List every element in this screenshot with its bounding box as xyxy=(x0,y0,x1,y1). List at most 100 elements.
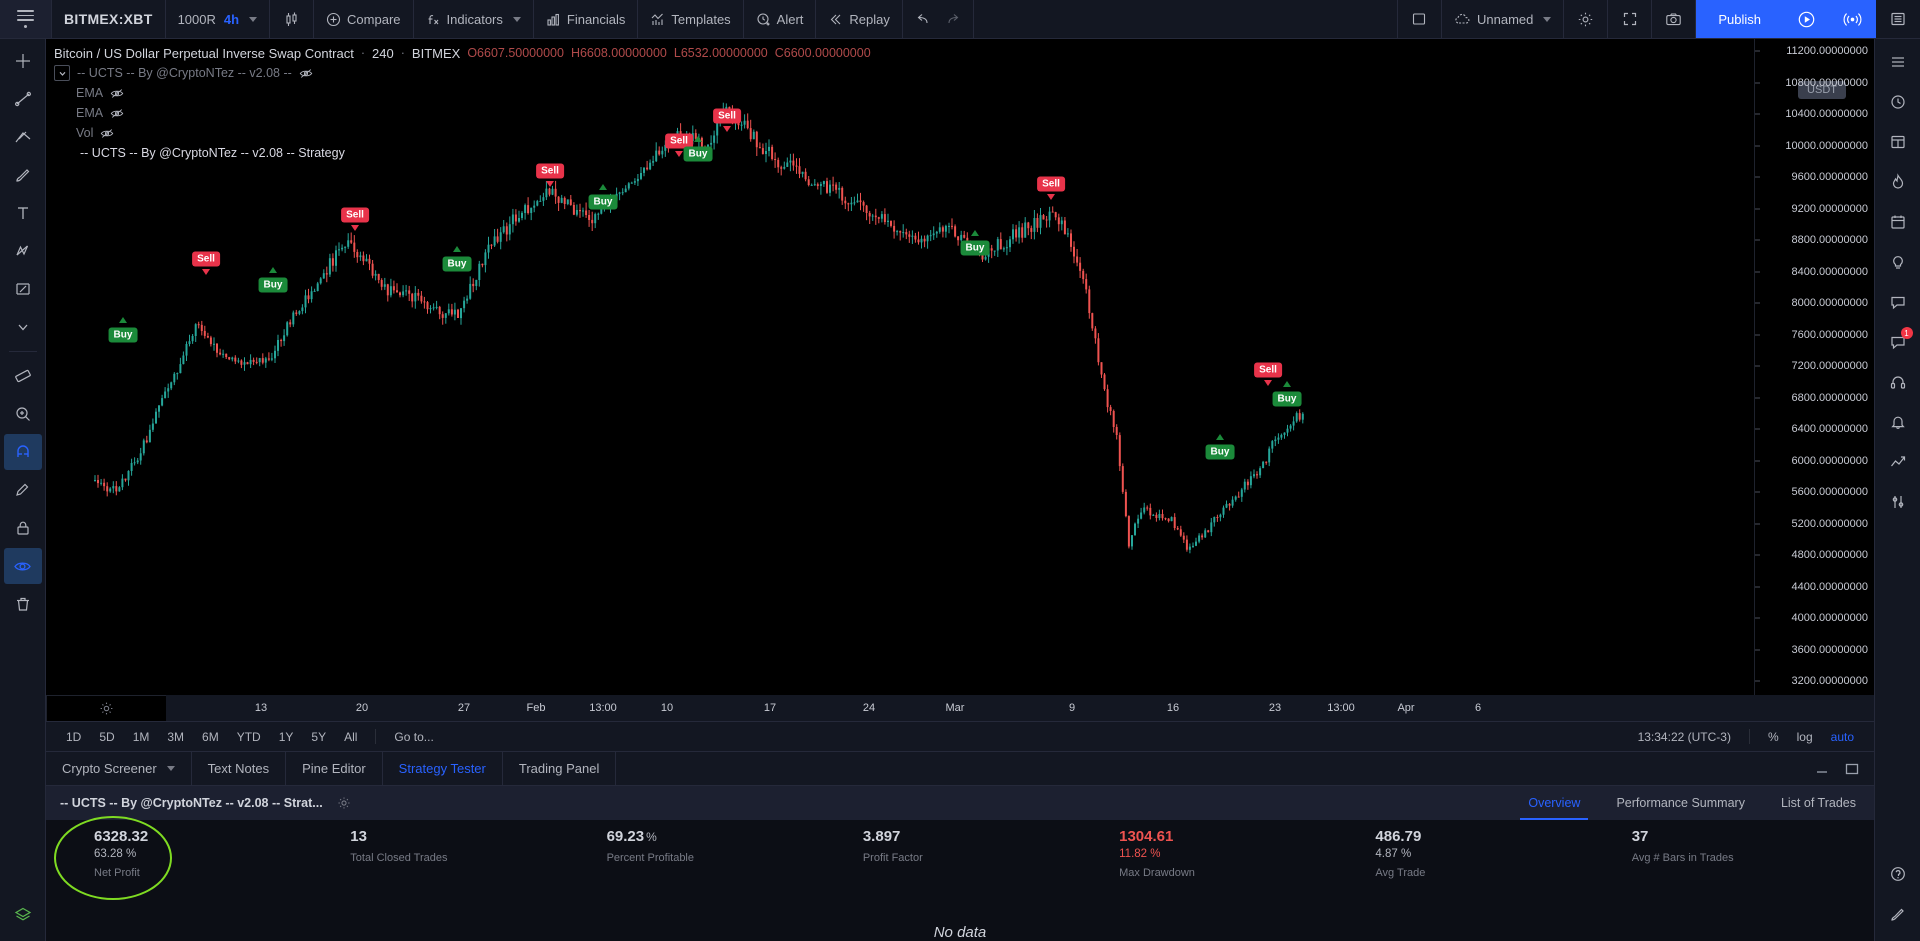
private-chat-panel-button[interactable]: 1 xyxy=(1879,323,1917,361)
range-ytd[interactable]: YTD xyxy=(229,727,269,747)
clock-label[interactable]: 13:34:22 (UTC-3) xyxy=(1630,727,1739,747)
buy-marker[interactable]: Buy xyxy=(588,194,618,210)
symbol-search-button[interactable]: BITMEX:XBT xyxy=(52,0,166,38)
stream-panel-button[interactable] xyxy=(1879,363,1917,401)
range-5y[interactable]: 5Y xyxy=(303,727,334,747)
layout-button[interactable] xyxy=(1398,0,1442,38)
price-axis-label: 3200.00000000 xyxy=(1791,675,1868,687)
buy-marker[interactable]: Buy xyxy=(960,240,990,256)
data-window-panel-button[interactable] xyxy=(1879,123,1917,161)
zoom-tool[interactable] xyxy=(4,396,42,432)
study-visibility-toggle[interactable] xyxy=(299,67,313,80)
range-3m[interactable]: 3M xyxy=(159,727,192,747)
go-to-button[interactable]: Go to... xyxy=(386,727,441,747)
hide-drawings-tool[interactable] xyxy=(3,548,42,584)
screener-panel-button[interactable] xyxy=(1879,483,1917,521)
calendar-panel-button[interactable] xyxy=(1879,203,1917,241)
fullscreen-button[interactable] xyxy=(1608,0,1653,38)
brush-tool[interactable] xyxy=(4,157,42,193)
sell-marker[interactable]: Sell xyxy=(536,163,564,179)
financials-button[interactable]: Financials xyxy=(534,0,639,38)
sell-marker[interactable]: Sell xyxy=(341,207,369,223)
tab-text-notes[interactable]: Text Notes xyxy=(192,752,287,785)
chart-type-button[interactable] xyxy=(270,0,315,38)
hotlist-panel-button[interactable] xyxy=(1879,163,1917,201)
log-scale-button[interactable]: log xyxy=(1789,727,1821,747)
indicators-button[interactable]: Indicators xyxy=(414,0,534,38)
price-axis[interactable]: USDT 11200.00000000 10800.00000000 10400.0… xyxy=(1754,39,1874,695)
measure-tool[interactable] xyxy=(4,358,42,394)
st-tab-list-of-trades[interactable]: List of Trades xyxy=(1763,786,1874,820)
range-5d[interactable]: 5D xyxy=(91,727,122,747)
publish-button[interactable]: Publish xyxy=(1696,0,1784,38)
right-panel-toggle[interactable] xyxy=(1876,0,1920,38)
chart-layout-name[interactable]: Unnamed xyxy=(1442,0,1565,38)
cross-cursor-tool[interactable] xyxy=(4,43,42,79)
stat-sub: 63.28 % xyxy=(94,848,137,860)
sell-marker[interactable]: Sell xyxy=(1254,362,1282,378)
chart-canvas[interactable]: Bitcoin / US Dollar Perpetual Inverse Sw… xyxy=(46,39,1754,695)
tab-strategy-tester[interactable]: Strategy Tester xyxy=(383,752,503,785)
pitchfork-tool[interactable] xyxy=(4,119,42,155)
more-tools[interactable] xyxy=(4,309,42,345)
templates-button[interactable]: Templates xyxy=(638,0,744,38)
tab-pine-editor[interactable]: Pine Editor xyxy=(286,752,383,785)
range-6m[interactable]: 6M xyxy=(194,727,227,747)
vol-visibility-toggle[interactable] xyxy=(100,127,114,140)
text-tool[interactable] xyxy=(4,195,42,231)
objects-tree-tool[interactable] xyxy=(4,897,42,933)
time-axis-settings[interactable] xyxy=(46,695,166,721)
percent-scale-button[interactable]: % xyxy=(1760,727,1787,747)
ema-2-visibility-toggle[interactable] xyxy=(110,107,124,120)
range-all[interactable]: All xyxy=(336,727,365,747)
magnet-tool[interactable] xyxy=(3,434,42,470)
trading-panel-button[interactable] xyxy=(1879,443,1917,481)
ideas-panel-button[interactable] xyxy=(1879,243,1917,281)
chat-panel-button[interactable] xyxy=(1879,283,1917,321)
broadcast-button[interactable] xyxy=(1830,0,1876,38)
study-item-label: EMA xyxy=(76,86,104,100)
watchlist-panel-button[interactable] xyxy=(1879,43,1917,81)
buy-marker[interactable]: Buy xyxy=(442,256,472,272)
buy-marker[interactable]: Buy xyxy=(1272,391,1302,407)
collapse-study-button[interactable] xyxy=(54,65,70,81)
st-tab-performance-summary[interactable]: Performance Summary xyxy=(1598,786,1763,820)
forecast-tool[interactable] xyxy=(4,271,42,307)
main-menu-button[interactable] xyxy=(0,0,52,38)
alert-button[interactable]: Alert xyxy=(744,0,817,38)
notifications-panel-button[interactable] xyxy=(1879,403,1917,441)
price-axis-tick xyxy=(1755,649,1760,650)
replay-button[interactable]: Replay xyxy=(816,0,903,38)
interval-selector[interactable]: 1000R 4h xyxy=(166,0,271,38)
trend-line-tool[interactable] xyxy=(4,81,42,117)
lock-drawings-tool[interactable] xyxy=(4,510,42,546)
range-1m[interactable]: 1M xyxy=(125,727,158,747)
alerts-panel-button[interactable] xyxy=(1879,83,1917,121)
sell-marker[interactable]: Sell xyxy=(192,251,220,267)
st-tab-overview[interactable]: Overview xyxy=(1510,786,1598,820)
pattern-tool[interactable] xyxy=(4,233,42,269)
ema-1-visibility-toggle[interactable] xyxy=(110,87,124,100)
auto-scale-button[interactable]: auto xyxy=(1823,727,1862,747)
buy-marker[interactable]: Buy xyxy=(258,277,288,293)
undo-redo-group[interactable] xyxy=(903,0,974,38)
help-panel-button[interactable] xyxy=(1879,855,1917,893)
theme-panel-button[interactable] xyxy=(1879,895,1917,933)
maximize-panel-button[interactable] xyxy=(1844,762,1860,776)
compare-button[interactable]: Compare xyxy=(314,0,414,38)
buy-marker[interactable]: Buy xyxy=(108,327,138,343)
remove-drawings-tool[interactable] xyxy=(4,586,42,622)
strategy-settings-button[interactable] xyxy=(337,796,351,810)
tab-trading-panel[interactable]: Trading Panel xyxy=(503,752,617,785)
snapshot-button[interactable] xyxy=(1652,0,1697,38)
minimize-panel-button[interactable] xyxy=(1814,763,1830,775)
drawing-mode-tool[interactable] xyxy=(4,472,42,508)
buy-marker[interactable]: Buy xyxy=(1205,444,1235,460)
play-button[interactable] xyxy=(1784,0,1830,38)
range-1y[interactable]: 1Y xyxy=(271,727,302,747)
sell-marker-arrow xyxy=(202,269,210,275)
tab-crypto-screener[interactable]: Crypto Screener xyxy=(46,752,192,785)
sell-marker[interactable]: Sell xyxy=(1037,176,1065,192)
range-1d[interactable]: 1D xyxy=(58,727,89,747)
settings-button[interactable] xyxy=(1564,0,1609,38)
